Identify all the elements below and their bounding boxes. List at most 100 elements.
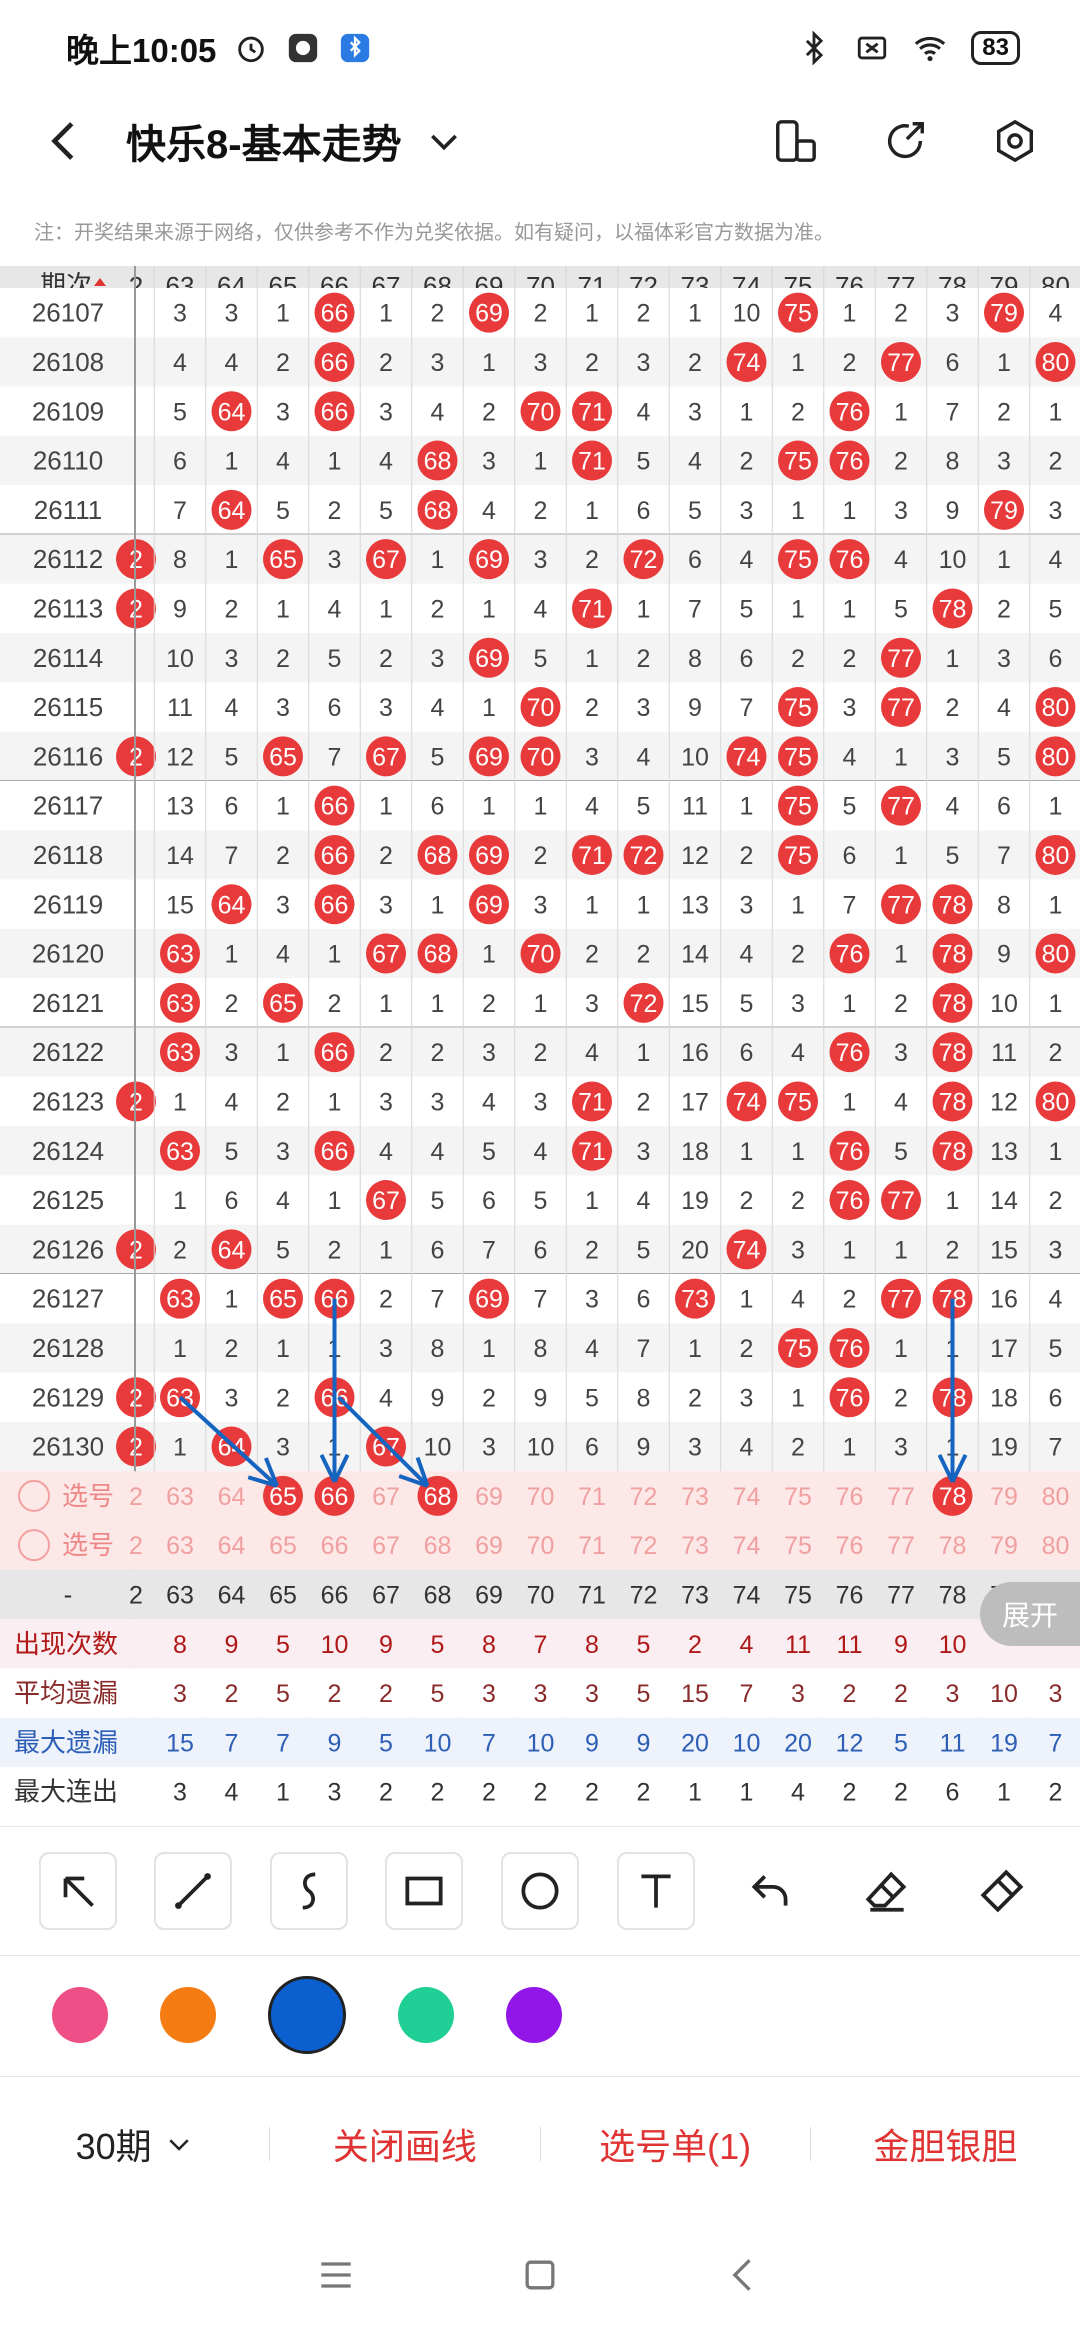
selectable-number[interactable]: 63 bbox=[166, 1532, 194, 1560]
selectable-number[interactable]: 2 bbox=[129, 1532, 143, 1560]
ball-number: 65 bbox=[269, 743, 297, 771]
back-nav-icon[interactable] bbox=[722, 2253, 766, 2297]
selectable-number[interactable]: 64 bbox=[218, 1483, 246, 1511]
curve-tool[interactable] bbox=[269, 1852, 348, 1930]
trend-grid[interactable]: 期次26364656667686970717273747576777879802… bbox=[0, 266, 1080, 1806]
selectable-number[interactable]: 75 bbox=[784, 1532, 812, 1560]
omit-value: 1 bbox=[894, 1236, 908, 1264]
selectable-number[interactable]: 72 bbox=[630, 1483, 658, 1511]
omit-value: 6 bbox=[740, 1039, 754, 1067]
share-button[interactable] bbox=[880, 116, 930, 166]
omit-value: 2 bbox=[173, 1236, 187, 1264]
pick-list-button[interactable]: 选号单(1) bbox=[541, 2118, 810, 2170]
color-swatch-blue[interactable] bbox=[268, 1976, 346, 2054]
ball-number: 79 bbox=[990, 497, 1018, 525]
omit-value: 4 bbox=[173, 349, 187, 377]
circle-tool[interactable] bbox=[500, 1852, 579, 1930]
omit-value: 3 bbox=[276, 1138, 290, 1166]
omit-value: 1 bbox=[276, 595, 290, 623]
selectable-number[interactable]: 66 bbox=[321, 1532, 349, 1560]
selectable-number[interactable]: 64 bbox=[218, 1532, 246, 1560]
eraser-tool[interactable] bbox=[847, 1852, 926, 1930]
settings-button[interactable] bbox=[990, 116, 1040, 166]
close-drawing-button[interactable]: 关闭画线 bbox=[270, 2118, 539, 2170]
ball-number: 76 bbox=[836, 398, 864, 426]
selectable-number[interactable]: 76 bbox=[836, 1532, 864, 1560]
selectable-number[interactable]: 69 bbox=[475, 1483, 503, 1511]
omit-value: 1 bbox=[1049, 398, 1063, 426]
omit-value: 5 bbox=[482, 1138, 496, 1166]
select-arrow-tool[interactable] bbox=[38, 1852, 117, 1930]
stats-value: 3 bbox=[173, 1680, 187, 1708]
selectable-number[interactable]: 74 bbox=[733, 1532, 761, 1560]
color-swatch-green[interactable] bbox=[398, 1987, 454, 2043]
selectable-number[interactable]: 65 bbox=[269, 1532, 297, 1560]
line-tool[interactable] bbox=[154, 1852, 233, 1930]
omit-value: 3 bbox=[482, 1039, 496, 1067]
gold-silver-button[interactable]: 金胆银胆 bbox=[811, 2118, 1080, 2170]
omit-value: 3 bbox=[379, 891, 393, 919]
color-swatch-orange[interactable] bbox=[160, 1987, 216, 2043]
selectable-number[interactable]: 72 bbox=[630, 1532, 658, 1560]
rectangle-icon bbox=[405, 1876, 443, 1906]
selectable-number[interactable]: 70 bbox=[527, 1532, 555, 1560]
stats-column-header: 77 bbox=[887, 1581, 915, 1609]
omit-value: 17 bbox=[681, 1088, 709, 1116]
selectable-number[interactable]: 63 bbox=[166, 1483, 194, 1511]
menu-icon[interactable] bbox=[314, 2253, 358, 2297]
omit-value: 1 bbox=[379, 1236, 393, 1264]
period-selector[interactable]: 30期 bbox=[0, 2118, 269, 2170]
page-title[interactable]: 快乐8-基本走势 bbox=[126, 112, 402, 170]
selectable-number[interactable]: 73 bbox=[681, 1532, 709, 1560]
stats-column-header: 74 bbox=[733, 1581, 761, 1609]
omit-value: 2 bbox=[997, 398, 1011, 426]
stats-value: 7 bbox=[225, 1729, 239, 1757]
selectable-number[interactable]: 75 bbox=[784, 1483, 812, 1511]
omit-value: 3 bbox=[894, 497, 908, 525]
selectable-number[interactable]: 77 bbox=[887, 1532, 915, 1560]
undo-tool[interactable] bbox=[732, 1852, 811, 1930]
ball-number: 72 bbox=[630, 546, 658, 574]
expand-button[interactable]: 展开 bbox=[980, 1582, 1080, 1646]
selectable-number[interactable]: 79 bbox=[990, 1532, 1018, 1560]
stats-value: 7 bbox=[1049, 1729, 1063, 1757]
issue-number: 26110 bbox=[33, 446, 103, 476]
stats-column-header: 2 bbox=[129, 1581, 143, 1609]
omit-value: 4 bbox=[534, 1138, 548, 1166]
selectable-number[interactable]: 67 bbox=[372, 1532, 400, 1560]
selectable-number[interactable]: 71 bbox=[578, 1483, 606, 1511]
omit-value: 1 bbox=[534, 990, 548, 1018]
selectable-number[interactable]: 2 bbox=[129, 1483, 143, 1511]
home-square-icon[interactable] bbox=[518, 2253, 562, 2297]
omit-value: 2 bbox=[379, 349, 393, 377]
selectable-number[interactable]: 79 bbox=[990, 1483, 1018, 1511]
clear-brush-tool[interactable] bbox=[963, 1852, 1042, 1930]
selectable-number[interactable]: 80 bbox=[1042, 1483, 1070, 1511]
selectable-number[interactable]: 68 bbox=[424, 1532, 452, 1560]
color-swatch-pink[interactable] bbox=[52, 1987, 108, 2043]
select-row-label: 选号 bbox=[62, 1481, 114, 1511]
selectable-number[interactable]: 71 bbox=[578, 1532, 606, 1560]
text-tool[interactable] bbox=[616, 1852, 695, 1930]
rectangle-tool[interactable] bbox=[385, 1852, 464, 1930]
back-button[interactable] bbox=[36, 111, 96, 171]
selectable-number[interactable]: 67 bbox=[372, 1483, 400, 1511]
omit-value: 3 bbox=[379, 1335, 393, 1363]
omit-value: 1 bbox=[1049, 1138, 1063, 1166]
chevron-down-icon[interactable] bbox=[424, 121, 464, 161]
selectable-number[interactable]: 74 bbox=[733, 1483, 761, 1511]
issue-number: 26122 bbox=[32, 1037, 104, 1067]
selectable-number[interactable]: 73 bbox=[681, 1483, 709, 1511]
orientation-button[interactable] bbox=[770, 116, 820, 166]
ball-number: 65 bbox=[269, 1286, 297, 1314]
selectable-number[interactable]: 70 bbox=[527, 1483, 555, 1511]
selectable-number[interactable]: 76 bbox=[836, 1483, 864, 1511]
ball-number: 71 bbox=[578, 1138, 606, 1166]
selectable-number[interactable]: 80 bbox=[1042, 1532, 1070, 1560]
omit-value: 8 bbox=[637, 1384, 651, 1412]
color-swatch-purple[interactable] bbox=[506, 1987, 562, 2043]
omit-value: 4 bbox=[276, 1187, 290, 1215]
selectable-number[interactable]: 69 bbox=[475, 1532, 503, 1560]
selectable-number[interactable]: 77 bbox=[887, 1483, 915, 1511]
selectable-number[interactable]: 78 bbox=[939, 1532, 967, 1560]
